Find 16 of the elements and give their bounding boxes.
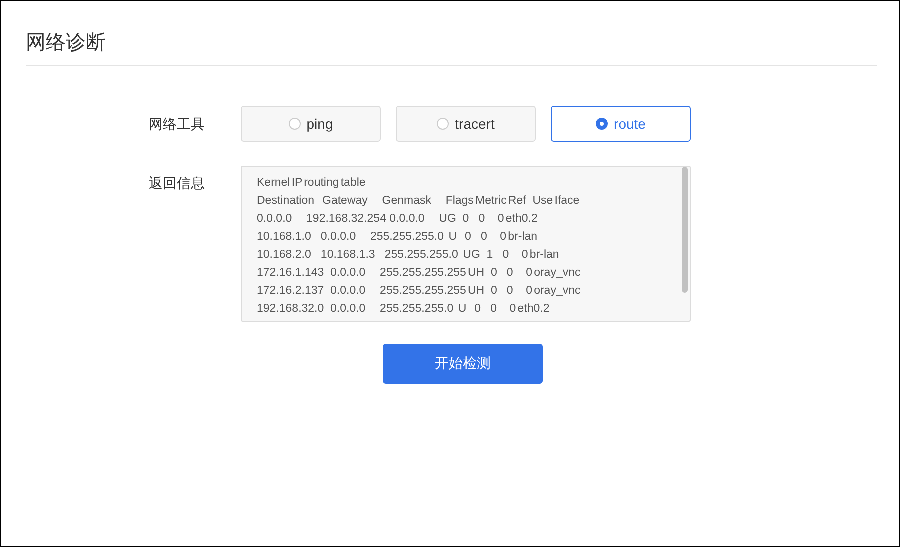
output-line: 172.16.1.143 0.0.0.0 255.255.255.255 UH 0 0 0 oray_vnc [257, 266, 581, 281]
output-line: 10.168.1.0 0.0.0.0 255.255.255.0 U 0 0 0 br-lan [257, 230, 538, 245]
output-line: 192.168.32.0 0.0.0.0 255.255.255.0 U 0 0 0 eth0.2 [257, 302, 550, 317]
radio-option[interactable]: route [551, 106, 691, 142]
radio-option[interactable]: tracert [396, 106, 536, 142]
page-title: 网络诊断 [26, 31, 106, 56]
field-label: 返回信息 [149, 174, 206, 193]
output-line: 172.16.2.137 0.0.0.0 255.255.255.255 UH 0 0 0 oray_vnc [257, 284, 581, 299]
output-line: 0.0.0.0 192.168.32.254 0.0.0.0 UG 0 0 0 eth0.2 [257, 212, 538, 227]
field-label: 网络工具 [149, 115, 206, 134]
scrollbar-thumb[interactable] [682, 167, 688, 293]
radio-option[interactable]: ping [241, 106, 381, 142]
output-line: Kernel IP routing table [257, 176, 366, 191]
output-line: 10.168.2.0 10.168.1.3 255.255.255.0 UG 1 0 0 br-lan [257, 248, 560, 263]
output-line: Destination Gateway Genmask Flags Metric Ref Use Iface [257, 194, 580, 209]
start-button[interactable]: 开始检测 [383, 344, 543, 384]
